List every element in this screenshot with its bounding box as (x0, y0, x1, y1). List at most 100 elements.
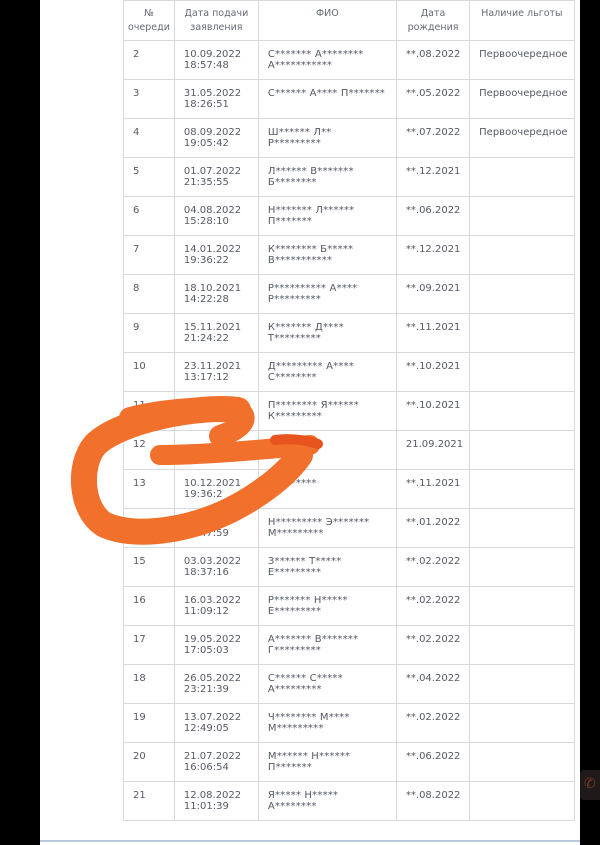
application-date: 08.09.2022 (183, 127, 242, 138)
application-date-cell: 23.11.2021 13:17:12 (173, 352, 259, 392)
full-name-line-2: А******** (267, 801, 317, 812)
header-benefit: Наличие льготы (469, 0, 575, 41)
birth-date-cell: 21.09.2021 (395, 430, 471, 470)
application-date-cell (173, 430, 259, 470)
queue-number: 9 (133, 322, 140, 333)
screenshot-page: № очереди Дата подачи заявления ФИО Дата… (0, 0, 600, 845)
queue-number: 18 (133, 673, 146, 684)
queue-number: 13 (133, 478, 146, 489)
queue-number-cell: 13 (123, 469, 175, 509)
benefit-cell (469, 664, 575, 704)
birth-date-cell: **.10.2021 (395, 391, 471, 431)
application-date: 13.07.2022 (183, 712, 242, 723)
birth-date: **.10.2021 (405, 400, 461, 411)
benefit-status: Первоочередное (479, 127, 568, 138)
full-name-line-2: К********* (267, 411, 322, 422)
table-row: 8 18.10.2021 14:22:28 Р********** А**** Р***… (123, 274, 575, 314)
birth-date: **.04.2022 (405, 673, 461, 684)
queue-number-cell: 5 (123, 157, 175, 197)
application-time: 11:01:39 (183, 801, 229, 812)
full-name-cell: С****** А**** П******* (257, 79, 397, 119)
birth-date-cell: **.02.2022 (395, 586, 471, 626)
full-name-line-1: Л****** В******* (267, 166, 354, 177)
full-name-line-2: Р********* (267, 294, 321, 305)
birth-date: **.10.2021 (405, 361, 461, 372)
queue-number-cell: 9 (123, 313, 175, 353)
queue-number: 15 (133, 556, 146, 567)
full-name-cell: Р********** А**** Р********* (257, 274, 397, 314)
application-time: 19:05:42 (183, 138, 229, 149)
application-date-cell: 10.09.2022 18:57:48 (173, 40, 259, 80)
birth-date-cell: **.06.2022 (395, 742, 471, 782)
table-row: 15 03.03.2022 18:37:16 З****** Т***** Е*****… (123, 547, 575, 587)
table-row: 21 12.08.2022 11:01:39 Я***** Н***** А******… (123, 781, 575, 821)
full-name-cell: К******* Д**** Т********* (257, 313, 397, 353)
queue-number-cell: 6 (123, 196, 175, 236)
queue-number-cell: 12 (123, 430, 175, 470)
benefit-cell (469, 547, 575, 587)
birth-date-cell: **.10.2021 (395, 352, 471, 392)
application-date: 10.12.2021 (183, 478, 242, 489)
full-name-line-1: А******* В******* (267, 634, 359, 645)
queue-number: 3 (133, 88, 140, 99)
application-date-cell (173, 391, 259, 431)
application-time: 12:49:05 (183, 723, 229, 734)
application-date-cell: 14.01.2022 19:36:22 (173, 235, 259, 275)
benefit-cell (469, 742, 575, 782)
queue-number-cell: 19 (123, 703, 175, 743)
full-name-line-1: К******** Б***** (267, 244, 354, 255)
full-name-line-2: М********* (267, 723, 324, 734)
full-name-cell: Р******* Н***** Е********* (257, 586, 397, 626)
bottom-divider (40, 840, 580, 842)
full-name-cell: Ч******** М**** М********* (257, 703, 397, 743)
full-name-line-1: В******** (267, 478, 317, 489)
benefit-status: Первоочередное (479, 88, 568, 99)
application-date-cell: 15.11.2021 21:24:22 (173, 313, 259, 353)
application-time: 19:36:2 (183, 489, 223, 500)
full-name-cell: С******* А******** А*********** (257, 40, 397, 80)
table-row: 18 26.05.2022 23:21:39 С****** С***** А*****… (123, 664, 575, 704)
benefit-cell (469, 313, 575, 353)
queue-number: 10 (133, 361, 146, 372)
queue-number-cell: 4 (123, 118, 175, 158)
full-name-cell: Д********* А**** С******** (257, 352, 397, 392)
queue-number: 2 (133, 49, 140, 60)
queue-number: 21 (133, 790, 146, 801)
table-row: 12 21.09.2021 (123, 430, 575, 470)
full-name-line-1: С****** С***** (267, 673, 343, 684)
full-name-cell: В******** (257, 469, 397, 509)
queue-number-cell: 11 (123, 391, 175, 431)
full-name-cell: Я***** Н***** А******** (257, 781, 397, 821)
birth-date: 21.09.2021 (405, 439, 464, 450)
application-time: 19:36:22 (183, 255, 229, 266)
application-date: 10.09.2022 (183, 49, 242, 60)
queue-number: 11 (133, 400, 146, 411)
application-time: 13:17:12 (183, 372, 229, 383)
birth-date: **.11.2021 (405, 322, 461, 333)
birth-date: **.06.2022 (405, 751, 461, 762)
table-row: 2 10.09.2022 18:57:48 С******* А******** А**… (123, 40, 575, 80)
application-time: 11:09:12 (183, 606, 229, 617)
queue-number: 12 (133, 439, 146, 450)
birth-date: **.08.2022 (405, 49, 461, 60)
queue-number-cell: 21 (123, 781, 175, 821)
full-name-line-1: Д********* А**** (267, 361, 354, 372)
application-date-cell: 18.10.2021 14:22:28 (173, 274, 259, 314)
table-row: 7 14.01.2022 19:36:22 К******** Б***** В****… (123, 235, 575, 275)
benefit-cell (469, 157, 575, 197)
birth-date: **.02.2022 (405, 712, 461, 723)
application-date-cell: 03.03.2022 18:37:16 (173, 547, 259, 587)
full-name-line-1: Н******* Л****** (267, 205, 355, 216)
application-date-cell: 13.07.2022 12:49:05 (173, 703, 259, 743)
corner-badge[interactable]: ✆ (580, 770, 600, 800)
application-date: 26.05.2022 (183, 673, 242, 684)
benefit-status: Первоочередное (479, 49, 568, 60)
birth-date: **.07.2022 (405, 127, 461, 138)
benefit-cell (469, 274, 575, 314)
table-row: 13 10.12.2021 19:36:2 В******** **.11.2021 (123, 469, 575, 509)
queue-table: № очереди Дата подачи заявления ФИО Дата… (123, 0, 575, 821)
table-row: 20 21.07.2022 16:06:54 М****** Н****** П****… (123, 742, 575, 782)
application-time: 15:28:10 (183, 216, 229, 227)
application-time: 18:37:16 (183, 567, 229, 578)
full-name-line-2: Б******** (267, 177, 317, 188)
